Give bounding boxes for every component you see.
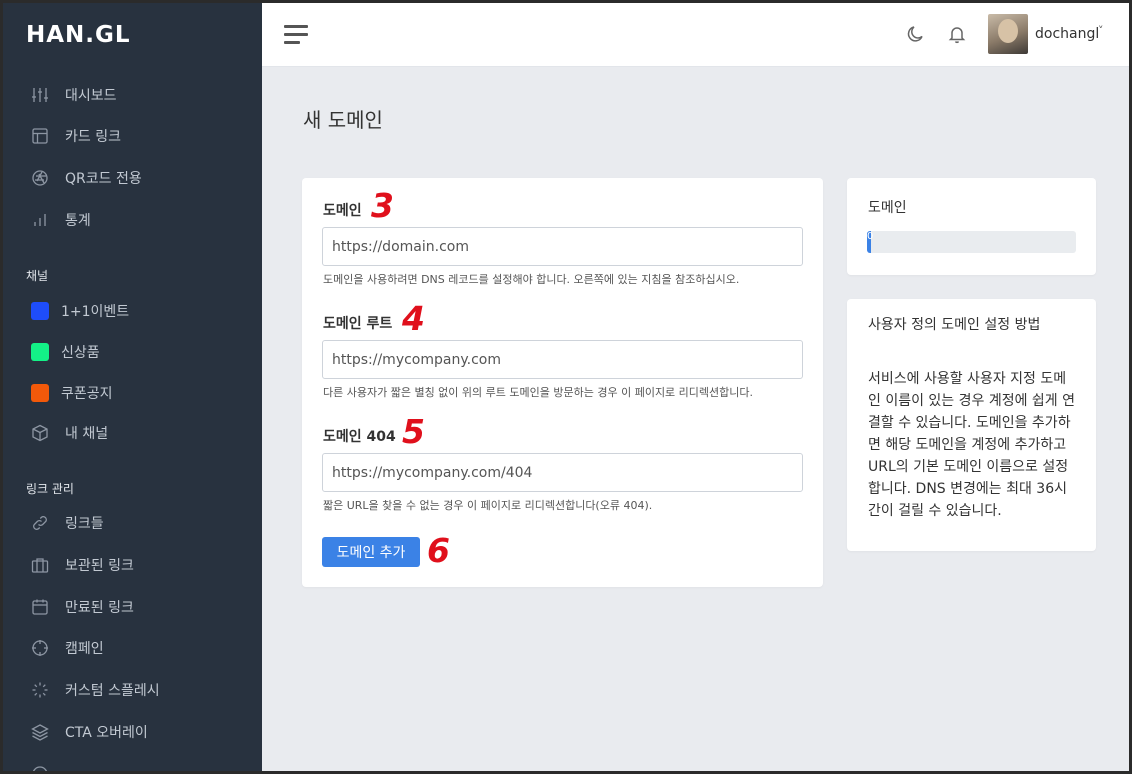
sidebar-item-custom-splash[interactable]: 커스텀 스플레시 <box>0 670 262 710</box>
domain-root-input[interactable]: https://mycompany.com <box>322 340 803 379</box>
domain-guide-card: 사용자 정의 도메인 설정 방법 서비스에 사용할 사용자 지정 도메인 이름이… <box>847 299 1096 551</box>
bar-chart-icon <box>31 211 49 229</box>
domain-input[interactable]: https://domain.com <box>322 227 803 266</box>
page-title: 새 도메인 <box>303 108 383 132</box>
guide-title: 사용자 정의 도메인 설정 방법 <box>868 317 1041 333</box>
top-header: dochangl ˅ <box>262 0 1132 67</box>
sidebar-item-archived-links[interactable]: 보관된 링크 <box>0 545 262 585</box>
sidebar-item-campaigns[interactable]: 캠페인 <box>0 628 262 668</box>
calendar-icon <box>31 598 49 616</box>
domain-label: 도메인 <box>323 203 362 219</box>
sidebar-item-card-link[interactable]: 카드 링크 <box>0 116 262 156</box>
sidebar-item-label: QR코드 전용 <box>65 171 142 187</box>
sidebar-item-label: 내 채널 <box>65 426 109 442</box>
progress-fill: 0 <box>867 231 873 253</box>
crosshair-icon <box>31 639 49 657</box>
step-marker-4: 4 <box>402 299 425 338</box>
new-domain-form: 도메인 3 https://domain.com 도메인을 사용하려면 DNS … <box>302 178 823 587</box>
aperture-icon <box>31 169 49 187</box>
guide-body: 서비스에 사용할 사용자 지정 도메인 이름이 있는 경우 계정에 쉽게 연결할… <box>868 371 1076 519</box>
sidebar-item-qrcode[interactable]: QR코드 전용 <box>0 158 262 198</box>
moon-icon[interactable] <box>906 24 926 46</box>
sidebar-item-label: 통계 <box>65 213 91 229</box>
layers-icon <box>31 723 49 741</box>
channels-section-title: 채널 <box>26 269 49 283</box>
sidebar-item-stats[interactable]: 통계 <box>0 200 262 240</box>
circle-icon <box>31 765 49 774</box>
layout-icon <box>31 127 49 145</box>
step-marker-3: 3 <box>371 186 394 225</box>
domain-usage-progress: 0 <box>867 231 1076 253</box>
sidebar-item-label: 대시보드 <box>65 88 117 104</box>
step-marker-5: 5 <box>402 412 425 451</box>
sidebar-item-label: 만료된 링크 <box>65 600 134 616</box>
sidebar-channel-2[interactable]: 신상품 <box>0 332 262 372</box>
step-marker-6: 6 <box>427 531 450 570</box>
domain-root-help-text: 다른 사용자가 짧은 별칭 없이 위의 루트 도메인을 방문하는 경우 이 페이… <box>323 386 754 399</box>
domain-404-help-text: 짧은 URL을 찾을 수 없는 경우 이 페이지로 리디렉션합니다(오류 404… <box>323 499 653 512</box>
sidebar-item-my-channels[interactable]: 내 채널 <box>0 413 262 453</box>
channel-color-swatch <box>31 302 49 320</box>
link-icon <box>31 514 49 532</box>
sidebar-item-label: CTA 오버레이 <box>65 725 148 741</box>
sidebar-item-cta-overlay[interactable]: CTA 오버레이 <box>0 712 262 752</box>
sidebar: HAN.GL 대시보드 카드 링크 QR코드 전용 통계 채널 1+1이벤트 신… <box>0 0 262 774</box>
sidebar-item-links[interactable]: 링크들 <box>0 503 262 543</box>
chevron-down-icon[interactable]: ˅ <box>1098 24 1104 37</box>
sidebar-item-label: 캠페인 <box>65 641 104 657</box>
brand-logo[interactable]: HAN.GL <box>26 22 131 48</box>
loader-icon <box>31 681 49 699</box>
channel-label: 1+1이벤트 <box>61 304 130 320</box>
domain-404-input[interactable]: https://mycompany.com/404 <box>322 453 803 492</box>
domain-usage-card: 도메인 0 <box>847 178 1096 275</box>
briefcase-icon <box>31 556 49 574</box>
sidebar-item-expired-links[interactable]: 만료된 링크 <box>0 587 262 627</box>
bell-icon[interactable] <box>947 24 967 46</box>
sliders-icon <box>31 86 49 104</box>
channel-color-swatch <box>31 343 49 361</box>
sidebar-channel-1[interactable]: 1+1이벤트 <box>0 291 262 331</box>
menu-icon[interactable] <box>284 25 308 45</box>
sidebar-item-partial[interactable] <box>0 754 262 774</box>
domain-root-label: 도메인 루트 <box>323 316 393 332</box>
box-icon <box>31 424 49 442</box>
domain-usage-title: 도메인 <box>868 200 907 216</box>
domain-help-text: 도메인을 사용하려면 DNS 레코드를 설정해야 합니다. 오른쪽에 있는 지침… <box>323 273 740 286</box>
channel-label: 신상품 <box>61 345 100 361</box>
sidebar-channel-3[interactable]: 쿠폰공지 <box>0 373 262 413</box>
sidebar-item-label: 카드 링크 <box>65 129 121 145</box>
sidebar-item-label: 보관된 링크 <box>65 558 134 574</box>
username[interactable]: dochangl <box>1035 26 1099 42</box>
avatar[interactable] <box>988 14 1028 54</box>
sidebar-item-label: 커스텀 스플레시 <box>65 683 160 699</box>
channel-label: 쿠폰공지 <box>61 386 113 402</box>
channel-color-swatch <box>31 384 49 402</box>
sidebar-item-label: 링크들 <box>65 516 104 532</box>
links-section-title: 링크 관리 <box>26 482 74 496</box>
sidebar-item-dashboard[interactable]: 대시보드 <box>0 75 262 115</box>
domain-404-label: 도메인 404 <box>323 429 396 445</box>
add-domain-button[interactable]: 도메인 추가 <box>322 537 420 567</box>
